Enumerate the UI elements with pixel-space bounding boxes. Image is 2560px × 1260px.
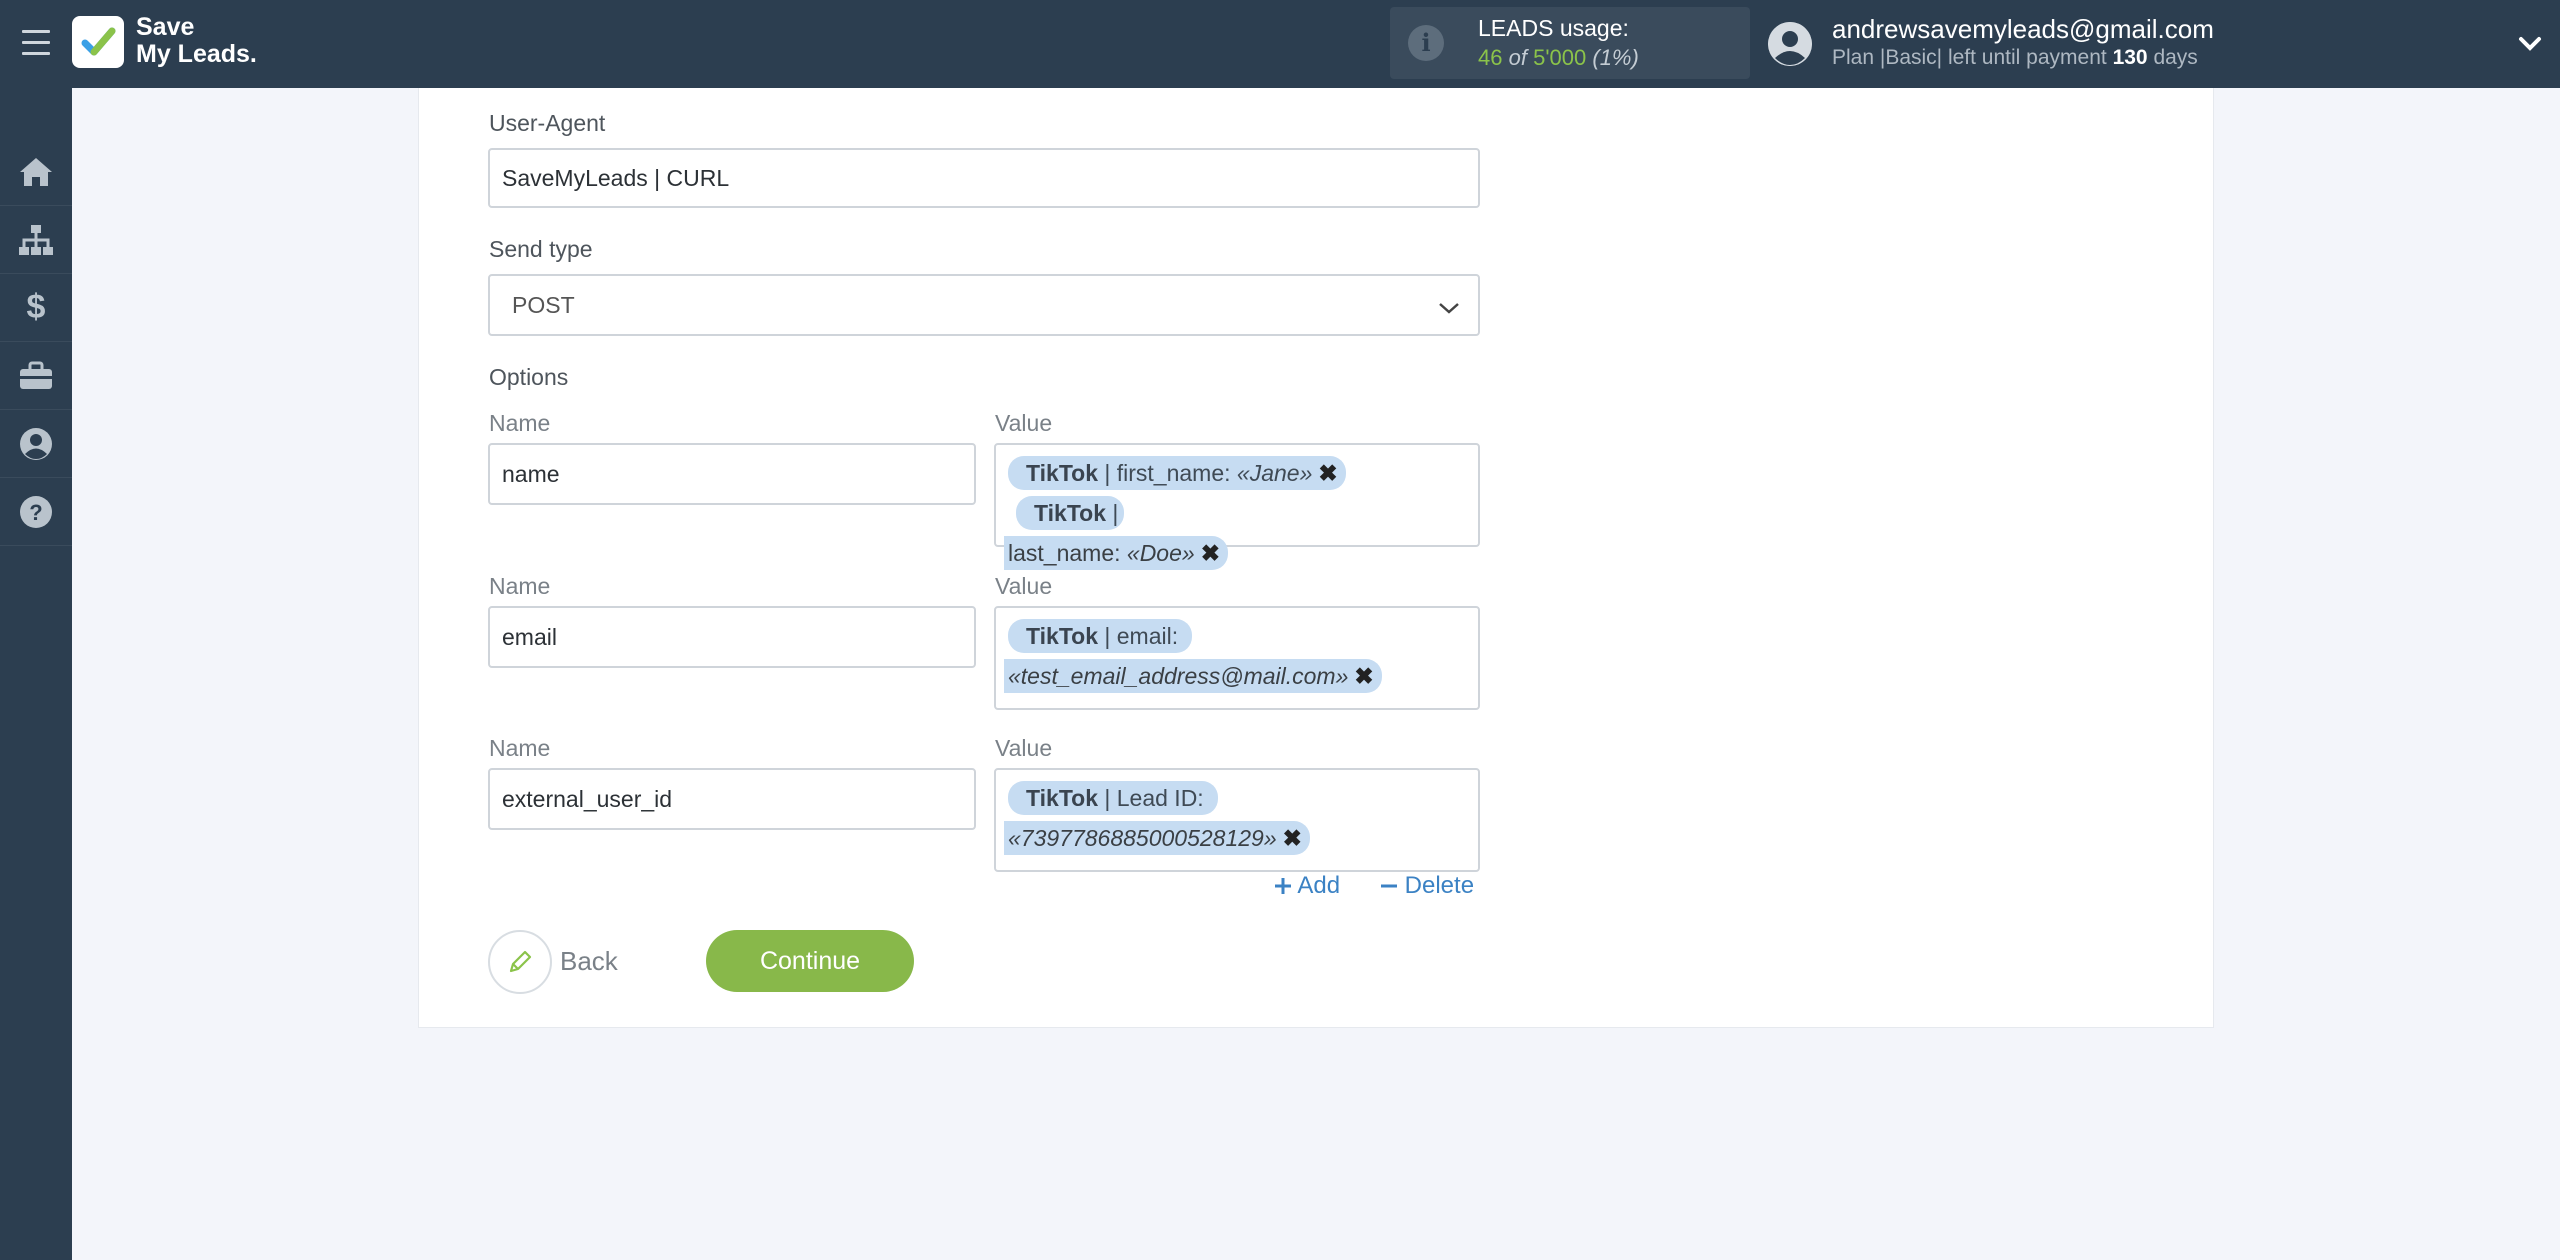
tag-field: | Lead ID: [1104, 785, 1204, 811]
leads-used: 46 [1478, 45, 1503, 70]
tag-source: TikTok [1026, 460, 1098, 486]
sitemap-icon[interactable] [0, 206, 72, 274]
user-agent-value: SaveMyLeads | CURL [502, 164, 730, 191]
user-agent-label: User-Agent [489, 110, 606, 136]
svg-text:?: ? [29, 500, 42, 525]
add-label: Add [1297, 872, 1341, 899]
leads-percent: (1%) [1592, 45, 1639, 70]
close-icon[interactable]: ✖ [1283, 825, 1302, 851]
value-tag-continued[interactable]: «7397786885000528129» ✖ [1004, 821, 1310, 855]
tag-value: «Doe» [1126, 540, 1195, 566]
option-name-input[interactable]: name [488, 443, 976, 505]
leads-total: 5'000 [1533, 45, 1587, 70]
sidebar: $ ? [0, 88, 72, 1260]
back-button[interactable] [488, 930, 552, 994]
logo-text[interactable]: Save My Leads. [136, 14, 257, 68]
tag-source: TikTok [1026, 785, 1098, 811]
options-label: Options [489, 364, 569, 390]
tag-source: TikTok [1034, 500, 1106, 526]
tag-field: | [1112, 500, 1119, 526]
avatar-icon[interactable] [1768, 22, 1812, 66]
tag-value: «test_email_address@mail.com» [1008, 663, 1349, 689]
name-label: Name [489, 410, 551, 436]
info-icon: i [1408, 25, 1444, 61]
continue-label: Continue [759, 946, 861, 975]
option-name-value: name [502, 460, 560, 487]
tag-field: | first_name: [1104, 460, 1231, 486]
value-label: Value [995, 573, 1053, 599]
value-tag[interactable]: TikTok | [1016, 496, 1125, 530]
value-tag[interactable]: TikTok | first_name: «Jane» ✖ [1008, 456, 1346, 490]
top-bar: Save My Leads. i LEADS usage: 46 of 5'00… [0, 0, 2560, 88]
menu-icon[interactable] [22, 30, 50, 56]
option-name-input[interactable]: email [488, 606, 976, 668]
logo-line-2: My Leads. [136, 40, 257, 68]
option-value-field[interactable]: TikTok | Lead ID: «7397786885000528129» ✖ [994, 768, 1480, 872]
user-email[interactable]: andrewsavemyleads@gmail.com [1832, 14, 2214, 45]
leads-usage-value: 46 of 5'000 (1%) [1478, 45, 1639, 71]
leads-usage-title: LEADS usage: [1478, 15, 1629, 41]
value-tag-continued[interactable]: «test_email_address@mail.com» ✖ [1004, 659, 1382, 693]
continue-button[interactable]: Continue [706, 930, 914, 992]
tag-field: | email: [1104, 623, 1179, 649]
briefcase-icon[interactable] [0, 342, 72, 410]
minus-icon [1381, 884, 1397, 888]
leads-usage-panel: i LEADS usage: 46 of 5'000 (1%) [1390, 7, 1750, 79]
value-label: Value [995, 410, 1053, 436]
plan-days: 130 [2112, 46, 2148, 69]
close-icon[interactable]: ✖ [1201, 540, 1220, 566]
tag-field: last_name: [1008, 540, 1121, 566]
value-label: Value [995, 735, 1053, 761]
help-icon[interactable]: ? [0, 478, 72, 546]
name-label: Name [489, 573, 551, 599]
home-icon[interactable] [0, 138, 72, 206]
leads-of: of [1508, 45, 1527, 70]
value-tag[interactable]: TikTok | Lead ID: [1008, 781, 1218, 815]
add-option-button[interactable]: Add [1274, 872, 1340, 900]
tag-value: «Jane» [1236, 460, 1313, 486]
pencil-icon [509, 950, 532, 973]
send-type-select[interactable]: POST [488, 274, 1480, 336]
chevron-down-icon[interactable] [2516, 30, 2544, 58]
plus-icon [1275, 878, 1291, 894]
option-name-input[interactable]: external_user_id [488, 768, 976, 830]
user-plan: Plan |Basic| left until payment 130 days [1832, 46, 2198, 70]
chevron-down-icon [1439, 303, 1459, 314]
send-type-label: Send type [489, 236, 593, 262]
close-icon[interactable]: ✖ [1318, 460, 1337, 486]
send-type-value: POST [512, 291, 575, 318]
logo-icon[interactable] [72, 16, 124, 68]
tag-value: «7397786885000528129» [1008, 825, 1277, 851]
logo-line-1: Save [136, 13, 195, 41]
delete-label: Delete [1404, 872, 1475, 899]
option-value-field[interactable]: TikTok | first_name: «Jane» ✖ TikTok | la… [994, 443, 1480, 570]
tag-source: TikTok [1026, 623, 1098, 649]
user-agent-input[interactable]: SaveMyLeads | CURL [488, 148, 1480, 208]
option-name-value: email [502, 623, 557, 650]
dollar-icon[interactable]: $ [0, 274, 72, 342]
plan-text: Plan |Basic| left until payment [1832, 46, 2107, 69]
delete-option-button[interactable]: Delete [1380, 872, 1474, 900]
option-name-value: external_user_id [502, 785, 673, 812]
value-tag-continued[interactable]: last_name: «Doe» ✖ [1004, 536, 1228, 570]
name-label: Name [489, 735, 551, 761]
back-label[interactable]: Back [560, 946, 618, 977]
user-circle-icon[interactable] [0, 410, 72, 478]
plan-days-unit: days [2153, 46, 2198, 69]
value-tag[interactable]: TikTok | email: [1008, 619, 1193, 653]
option-value-field[interactable]: TikTok | email: «test_email_address@mail… [994, 606, 1480, 710]
close-icon[interactable]: ✖ [1354, 663, 1373, 689]
